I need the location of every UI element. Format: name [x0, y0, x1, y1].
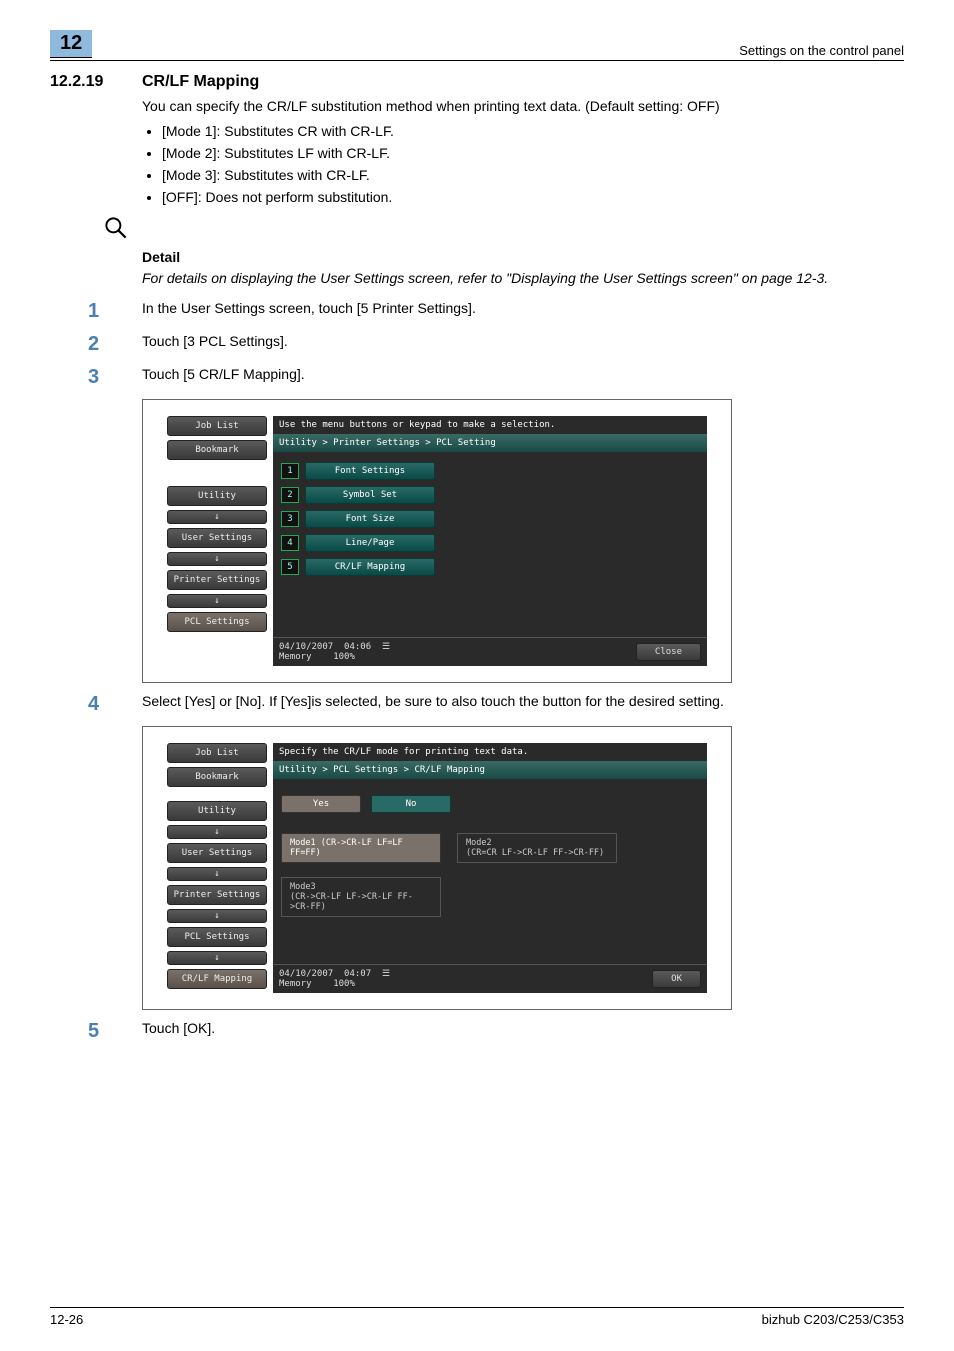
- pcl-settings-button[interactable]: PCL Settings: [167, 612, 267, 632]
- printer-settings-button[interactable]: Printer Settings: [167, 570, 267, 590]
- no-button[interactable]: No: [371, 795, 451, 813]
- bookmark-button[interactable]: Bookmark: [167, 440, 267, 460]
- arrow-down-icon: ↓: [167, 951, 267, 965]
- job-list-button[interactable]: Job List: [167, 743, 267, 763]
- screenshot-2: Job List Bookmark Utility ↓ User Setting…: [167, 743, 707, 993]
- detail-heading: Detail: [142, 249, 904, 265]
- bullet-mode1: [Mode 1]: Substitutes CR with CR-LF.: [162, 122, 904, 141]
- user-settings-button[interactable]: User Settings: [167, 528, 267, 548]
- bullet-mode3: [Mode 3]: Substitutes with CR-LF.: [162, 166, 904, 185]
- step-4: 4 Select [Yes] or [No]. If [Yes]is selec…: [88, 693, 904, 716]
- symbol-set-button[interactable]: Symbol Set: [305, 486, 435, 504]
- screenshot-2-frame: Job List Bookmark Utility ↓ User Setting…: [142, 726, 732, 1010]
- page-footer: 12-26 bizhub C203/C253/C353: [50, 1307, 904, 1327]
- step-2: 2 Touch [3 PCL Settings].: [88, 333, 904, 356]
- bullet-mode2: [Mode 2]: Substitutes LF with CR-LF.: [162, 144, 904, 163]
- step-number: 1: [88, 300, 142, 323]
- arrow-down-icon: ↓: [167, 909, 267, 923]
- printer-settings-button[interactable]: Printer Settings: [167, 885, 267, 905]
- user-settings-button[interactable]: User Settings: [167, 843, 267, 863]
- detail-body: For details on displaying the User Setti…: [142, 269, 904, 288]
- status-datetime: 04/10/2007 04:07 ☰ Memory 100%: [279, 969, 390, 989]
- mode1-button[interactable]: Mode1 (CR->CR-LF LF=LF FF=FF): [281, 833, 441, 863]
- top-bar: 12 Settings on the control panel: [50, 30, 904, 61]
- bookmark-button[interactable]: Bookmark: [167, 767, 267, 787]
- menu-number: 1: [281, 463, 299, 479]
- screenshot-1: Job List Bookmark Utility ↓ User Setting…: [167, 416, 707, 666]
- footer-page-number: 12-26: [50, 1312, 83, 1327]
- section-heading: 12.2.19 CR/LF Mapping: [50, 73, 904, 91]
- arrow-down-icon: ↓: [167, 510, 267, 524]
- menu-number: 3: [281, 511, 299, 527]
- utility-button[interactable]: Utility: [167, 801, 267, 821]
- arrow-down-icon: ↓: [167, 867, 267, 881]
- status-datetime: 04/10/2007 04:06 ☰ Memory 100%: [279, 642, 390, 662]
- magnifier-icon: [102, 214, 904, 247]
- yes-button[interactable]: Yes: [281, 795, 361, 813]
- utility-button[interactable]: Utility: [167, 486, 267, 506]
- arrow-down-icon: ↓: [167, 825, 267, 839]
- job-list-button[interactable]: Job List: [167, 416, 267, 436]
- menu-number: 4: [281, 535, 299, 551]
- step-text: Select [Yes] or [No]. If [Yes]is selecte…: [142, 693, 904, 716]
- breadcrumb-bar: Utility > PCL Settings > CR/LF Mapping: [273, 761, 707, 779]
- font-size-button[interactable]: Font Size: [305, 510, 435, 528]
- crlf-mapping-button[interactable]: CR/LF Mapping: [305, 558, 435, 576]
- panel-instruction: Use the menu buttons or keypad to make a…: [273, 416, 707, 434]
- arrow-down-icon: ↓: [167, 552, 267, 566]
- mode2-button[interactable]: Mode2(CR=CR LF->CR-LF FF->CR-FF): [457, 833, 617, 863]
- mode-bullet-list: [Mode 1]: Substitutes CR with CR-LF. [Mo…: [142, 122, 904, 207]
- step-3: 3 Touch [5 CR/LF Mapping].: [88, 366, 904, 389]
- arrow-down-icon: ↓: [167, 594, 267, 608]
- footer-model: bizhub C203/C253/C353: [762, 1312, 904, 1327]
- close-button[interactable]: Close: [636, 643, 701, 661]
- section-number: 12.2.19: [50, 73, 142, 91]
- step-5: 5 Touch [OK].: [88, 1020, 904, 1043]
- step-text: Touch [3 PCL Settings].: [142, 333, 904, 356]
- pcl-settings-button[interactable]: PCL Settings: [167, 927, 267, 947]
- panel-instruction: Specify the CR/LF mode for printing text…: [273, 743, 707, 761]
- line-page-button[interactable]: Line/Page: [305, 534, 435, 552]
- step-text: In the User Settings screen, touch [5 Pr…: [142, 300, 904, 323]
- font-settings-button[interactable]: Font Settings: [305, 462, 435, 480]
- mode3-button[interactable]: Mode3(CR->CR-LF LF->CR-LF FF->CR-FF): [281, 877, 441, 917]
- step-number: 3: [88, 366, 142, 389]
- step-text: Touch [5 CR/LF Mapping].: [142, 366, 904, 389]
- step-text: Touch [OK].: [142, 1020, 904, 1043]
- bullet-off: [OFF]: Does not perform substitution.: [162, 188, 904, 207]
- step-number: 5: [88, 1020, 142, 1043]
- ok-button[interactable]: OK: [652, 970, 701, 988]
- screenshot-1-frame: Job List Bookmark Utility ↓ User Setting…: [142, 399, 732, 683]
- step-number: 4: [88, 693, 142, 716]
- crlf-mapping-crumb[interactable]: CR/LF Mapping: [167, 969, 267, 989]
- step-number: 2: [88, 333, 142, 356]
- chapter-number-box: 12: [50, 30, 92, 58]
- running-head: Settings on the control panel: [739, 43, 904, 58]
- menu-number: 5: [281, 559, 299, 575]
- section-title: CR/LF Mapping: [142, 73, 259, 91]
- section-intro: You can specify the CR/LF substitution m…: [142, 97, 904, 116]
- breadcrumb-bar: Utility > Printer Settings > PCL Setting: [273, 434, 707, 452]
- step-1: 1 In the User Settings screen, touch [5 …: [88, 300, 904, 323]
- menu-number: 2: [281, 487, 299, 503]
